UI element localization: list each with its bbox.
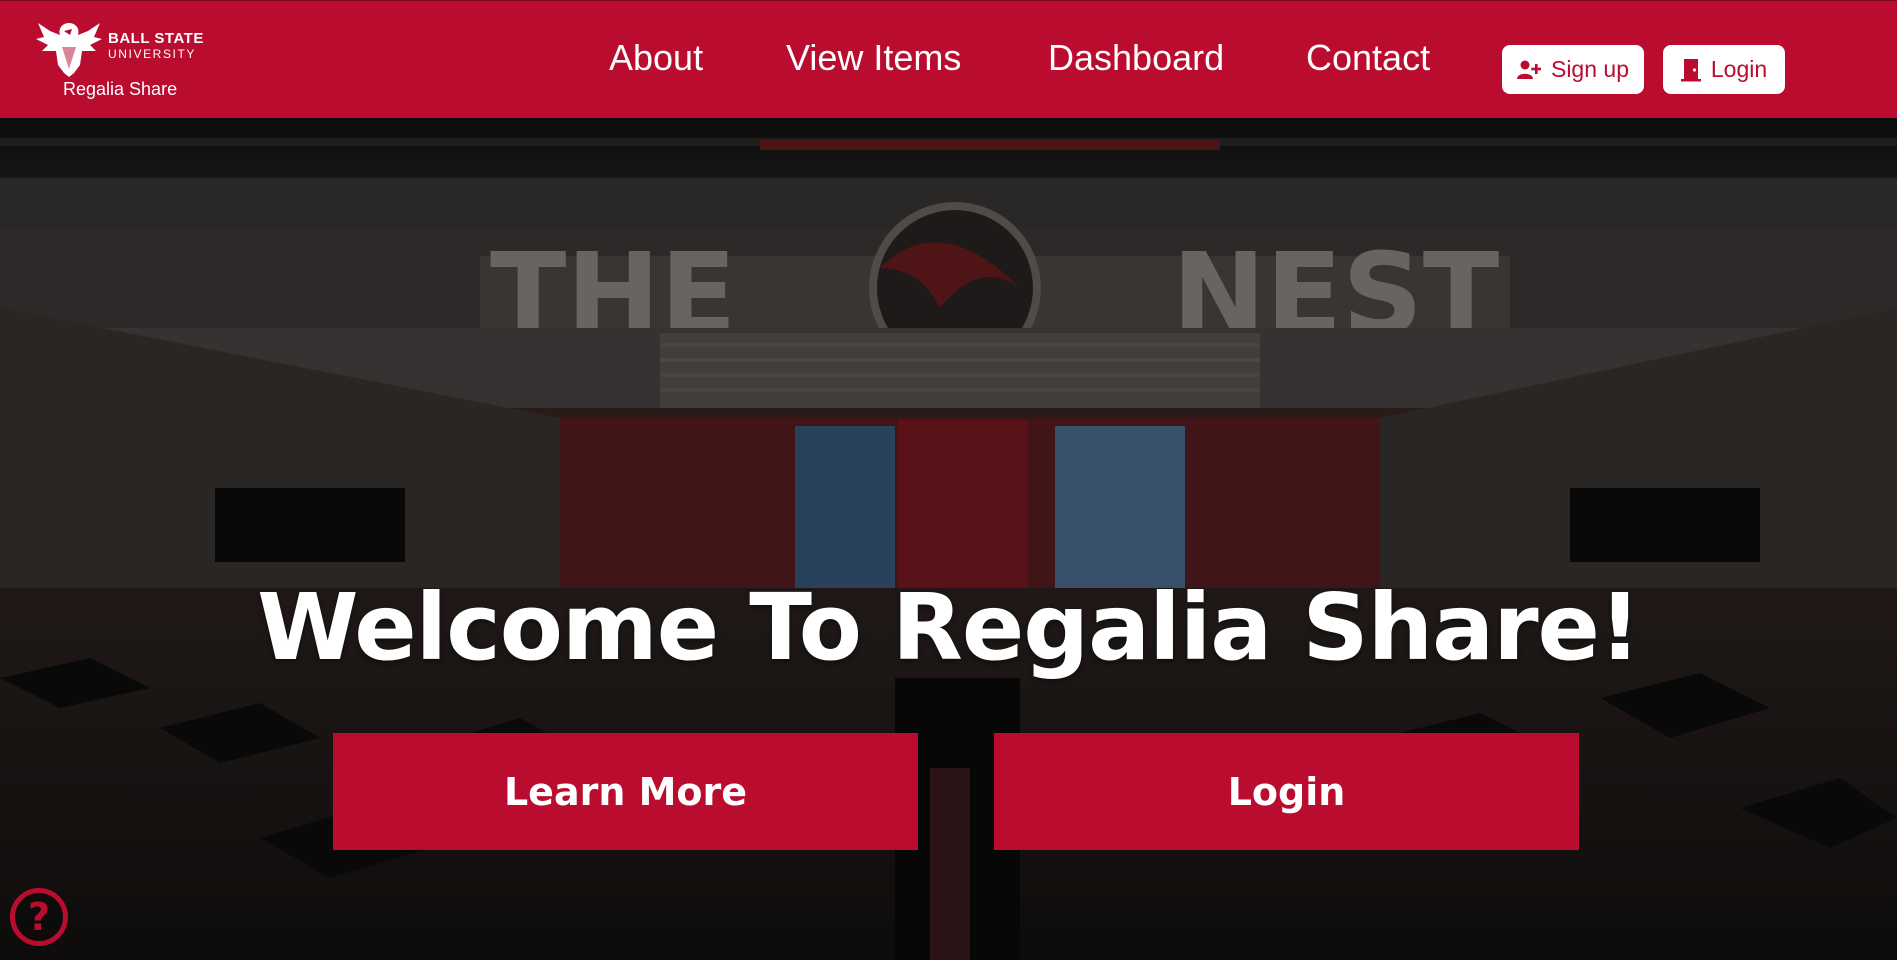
- cardinal-logo-icon: [36, 23, 102, 77]
- user-plus-icon: [1516, 60, 1541, 79]
- login-label-nav: Login: [1710, 56, 1768, 82]
- university-line2: UNIVERSITY: [108, 47, 197, 61]
- help-button[interactable]: ?: [10, 888, 68, 946]
- door-icon: [1680, 58, 1701, 81]
- signup-label: Sign up: [1550, 56, 1629, 82]
- hero-section: THE NEST Welcome To Regalia Share! Learn…: [0, 118, 1897, 960]
- nav-link-dashboard[interactable]: Dashboard: [1048, 37, 1224, 79]
- top-navbar: BALL STATE UNIVERSITY Regalia Share Abou…: [0, 0, 1897, 118]
- nav-link-view-items[interactable]: View Items: [786, 37, 961, 79]
- question-circle-icon: ?: [27, 895, 51, 939]
- nav-link-contact[interactable]: Contact: [1306, 37, 1430, 79]
- nav-link-about[interactable]: About: [609, 37, 703, 79]
- brand-logo[interactable]: BALL STATE UNIVERSITY Regalia Share: [30, 17, 210, 103]
- login-button-hero[interactable]: Login: [994, 733, 1579, 850]
- login-button-nav[interactable]: Login: [1663, 45, 1785, 94]
- learn-more-button[interactable]: Learn More: [333, 733, 918, 850]
- university-wordmark: BALL STATE UNIVERSITY: [108, 31, 204, 60]
- arena-background-image: THE NEST: [0, 118, 1897, 960]
- signup-button[interactable]: Sign up: [1502, 45, 1644, 94]
- app-name: Regalia Share: [63, 79, 178, 99]
- university-line1: BALL STATE: [108, 30, 204, 47]
- hero-title: Welcome To Regalia Share!: [257, 574, 1641, 681]
